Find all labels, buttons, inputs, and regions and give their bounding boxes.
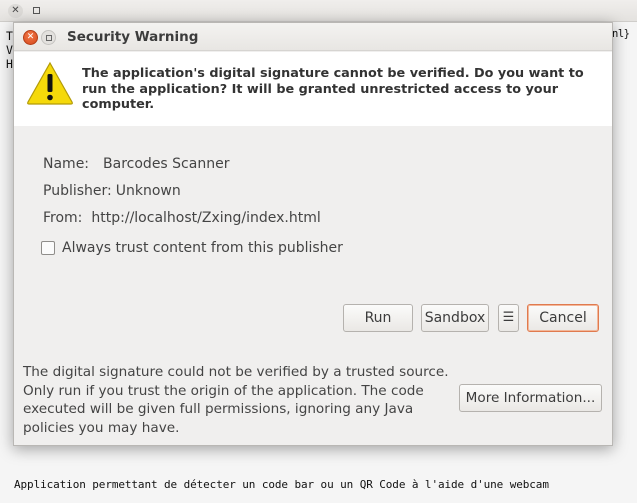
sandbox-button[interactable]: Sandbox bbox=[421, 304, 489, 332]
maximize-icon bbox=[33, 7, 40, 14]
trust-publisher-checkbox[interactable] bbox=[41, 241, 55, 255]
warning-message: The application's digital signature cann… bbox=[82, 66, 584, 112]
bg-text-line-3: H bbox=[6, 57, 13, 71]
background-left-text: T V H bbox=[6, 29, 13, 71]
dialog-body: Name: Barcodes Scanner Publisher: Unknown … bbox=[14, 126, 612, 446]
background-footer-text: Application permettant de détecter un co… bbox=[14, 478, 549, 491]
publisher-value: Unknown bbox=[115, 183, 181, 199]
more-information-button[interactable]: More Information... bbox=[459, 384, 602, 412]
cancel-button[interactable]: Cancel bbox=[527, 304, 599, 332]
from-url: http://localhost/Zxing/index.html bbox=[91, 210, 321, 226]
publisher-row: Publisher: Unknown bbox=[43, 183, 181, 199]
dialog-title: Security Warning bbox=[67, 29, 199, 45]
from-label: From: bbox=[43, 210, 83, 226]
maximize-icon bbox=[46, 35, 52, 41]
dialog-close-button[interactable]: ✕ bbox=[23, 30, 38, 45]
name-value: Barcodes Scanner bbox=[103, 156, 230, 172]
background-right-text: nl} bbox=[612, 28, 630, 40]
run-button[interactable]: Run bbox=[343, 304, 413, 332]
menu-icon: ☰ bbox=[502, 310, 515, 325]
trust-publisher-label[interactable]: Always trust content from this publisher bbox=[62, 240, 343, 256]
dialog-maximize-button[interactable] bbox=[41, 30, 56, 45]
dialog-titlebar: ✕ Security Warning bbox=[14, 23, 612, 51]
bg-text-line-2: V bbox=[6, 43, 13, 57]
close-icon: ✕ bbox=[11, 5, 20, 16]
bg-text-line-1: T bbox=[6, 29, 13, 43]
background-maximize-button[interactable] bbox=[29, 4, 44, 18]
trust-publisher-option[interactable]: Always trust content from this publisher bbox=[41, 240, 343, 256]
warning-triangle-icon bbox=[27, 61, 73, 105]
background-window-titlebar: ✕ bbox=[0, 0, 637, 22]
publisher-label: Publisher: bbox=[43, 183, 112, 199]
security-warning-dialog: ✕ Security Warning The application's dig… bbox=[13, 22, 613, 446]
name-label: Name: bbox=[43, 156, 90, 172]
signature-notice: The digital signature could not be verif… bbox=[23, 364, 449, 436]
close-icon: ✕ bbox=[26, 32, 35, 42]
background-close-button[interactable]: ✕ bbox=[8, 4, 23, 18]
from-row: From: http://localhost/Zxing/index.html bbox=[43, 210, 321, 226]
menu-button[interactable]: ☰ bbox=[498, 304, 519, 332]
app-name-row: Name: Barcodes Scanner bbox=[43, 156, 229, 172]
warning-header: The application's digital signature cann… bbox=[14, 52, 612, 126]
